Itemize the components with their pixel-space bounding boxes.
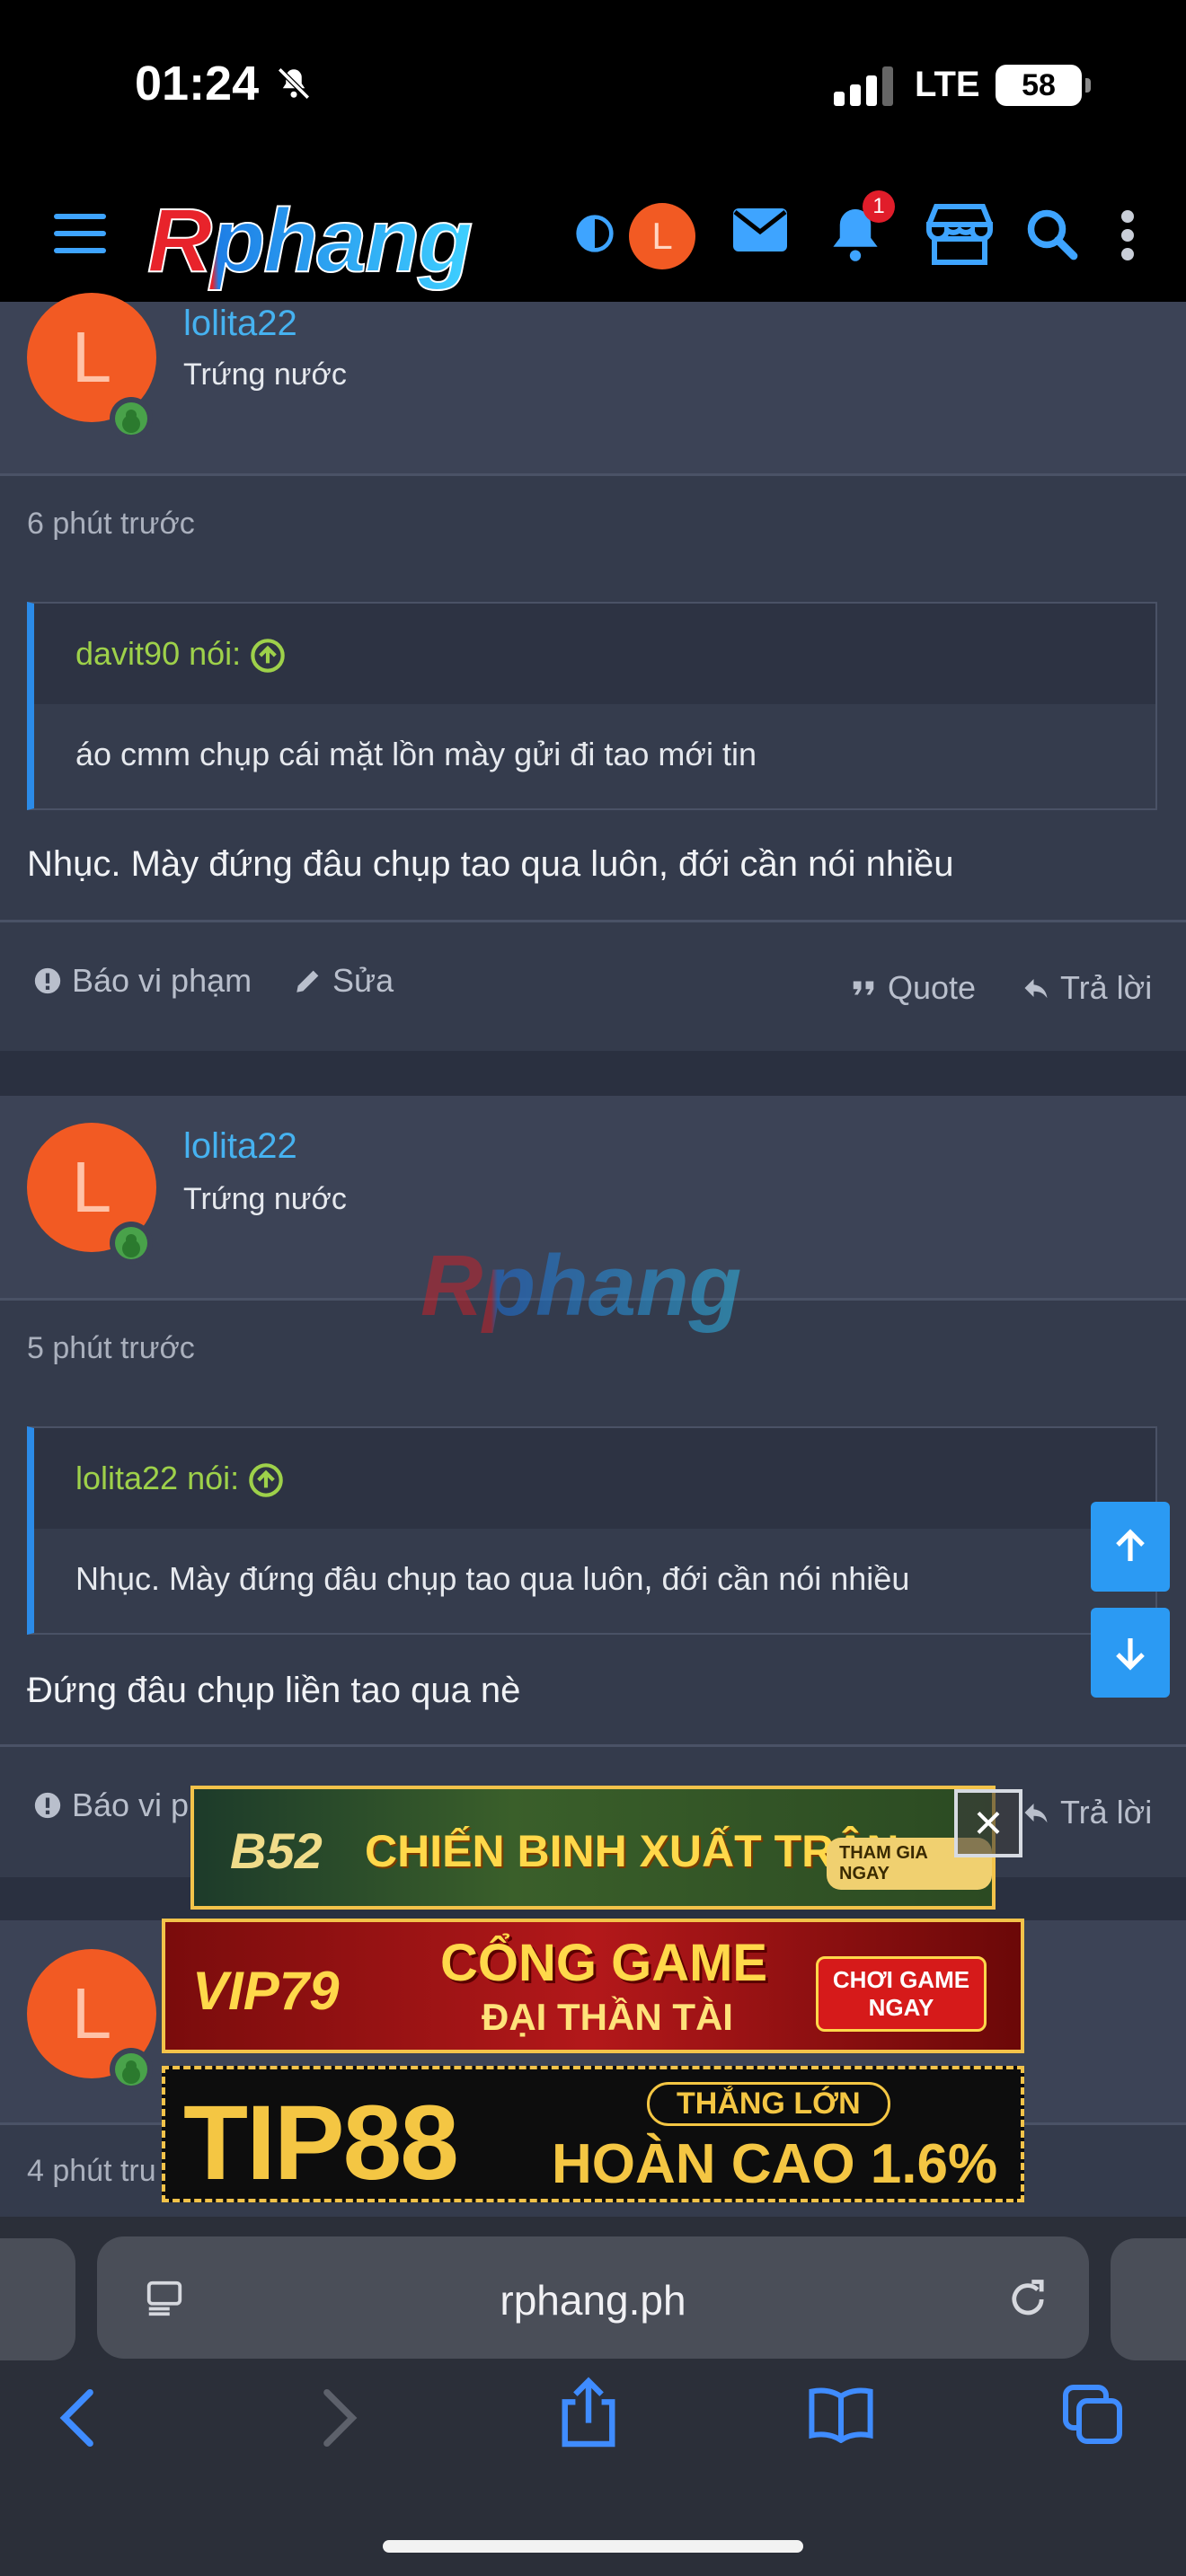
menu-icon[interactable] <box>54 214 106 257</box>
battery-indicator: 58 <box>996 65 1091 106</box>
browser-toolbar: rphang.ph <box>0 2217 1186 2576</box>
address-bar[interactable]: rphang.ph <box>97 2236 1089 2359</box>
close-ad-button[interactable]: × <box>954 1789 1022 1857</box>
post: L lolita22 Trứng nước 5 phút trước lolit… <box>0 1096 1186 1877</box>
online-status-icon <box>110 1222 153 1265</box>
online-status-icon <box>110 397 153 440</box>
quote-block: lolita22 nói: Nhục. Mày đứng đâu chụp ta… <box>27 1426 1157 1635</box>
arrow-up-icon <box>1116 1529 1145 1561</box>
reply-button[interactable]: Trả lời <box>1021 969 1152 1007</box>
url-text[interactable]: rphang.ph <box>97 2276 1089 2325</box>
ad-banner-tip88[interactable]: TIP88 THẮNG LỚN HOÀN CAO 1.6% <box>162 2066 1024 2202</box>
search-icon[interactable] <box>1024 207 1078 260</box>
ad-banner-vip79[interactable]: VIP79 CỔNG GAME ĐẠI THẦN TÀI CHƠI GAME N… <box>162 1919 1024 2053</box>
reply-icon <box>1024 1804 1048 1823</box>
ad-brand: TIP88 <box>183 2084 459 2202</box>
quote-button[interactable]: Quote <box>848 969 976 1007</box>
post-actions: Báo vi phạm Sửa Quote Trả lời <box>0 920 1186 1051</box>
ad-brand: VIP79 <box>192 1961 340 2021</box>
status-time: 01:24 <box>135 57 260 110</box>
pencil-icon <box>296 970 319 992</box>
quote-block: davit90 nói: áo cmm chụp cái mặt lồn mày… <box>27 602 1157 810</box>
quote-author[interactable]: lolita22 nói: <box>34 1428 1155 1529</box>
forward-icon[interactable] <box>318 2387 361 2448</box>
ad-brand: B52 <box>230 1822 323 1879</box>
post-message: Đứng đâu chụp liền tao qua nè <box>27 1671 521 1710</box>
logo-wordmark: Rphang <box>146 190 474 292</box>
report-label: Báo vi p <box>72 1786 190 1823</box>
arrow-down-icon <box>1116 1638 1145 1671</box>
report-label: Báo vi phạm <box>72 962 252 999</box>
theme-toggle-icon[interactable] <box>575 214 615 253</box>
more-options-icon[interactable] <box>1121 210 1134 260</box>
ad-cta: CHƠI GAME NGAY <box>816 1956 987 2032</box>
watermark-logo: Rphang <box>420 1238 741 1334</box>
online-status-icon <box>110 2048 153 2091</box>
report-button[interactable]: Báo vi phạm <box>32 962 252 1000</box>
post-time[interactable]: 5 phút trước <box>27 1331 195 1366</box>
ad-headline: THẮNG LỚN <box>647 2082 890 2126</box>
ad-headline: CỔNG GAME <box>440 1934 768 1992</box>
quote-text: áo cmm chụp cái mặt lồn mày gửi đi tao m… <box>34 704 1155 808</box>
arrow-up-circle-icon[interactable] <box>250 638 286 674</box>
post-time[interactable]: 6 phút trước <box>27 507 195 542</box>
quote-author-label: davit90 nói: <box>75 635 242 672</box>
author-title: Trứng nước <box>183 1182 347 1216</box>
ad-subline: HOÀN CAO 1.6% <box>552 2133 998 2195</box>
quote-label: Quote <box>888 969 977 1006</box>
quote-text: Nhục. Mày đứng đâu chụp tao qua luôn, đớ… <box>34 1529 1155 1633</box>
reload-icon[interactable] <box>1005 2276 1051 2323</box>
arrow-up-circle-icon[interactable] <box>248 1462 284 1498</box>
app-header: Rphang L 1 <box>0 180 1186 302</box>
edit-button[interactable]: Sửa <box>293 962 394 1000</box>
reply-label: Trả lời <box>1060 1794 1153 1831</box>
next-tab-preview[interactable] <box>1111 2238 1186 2360</box>
bell-mute-icon <box>278 67 310 100</box>
reply-icon <box>1024 979 1048 999</box>
post: L lolita22 Trứng nước 6 phút trước davit… <box>0 293 1186 1051</box>
store-icon[interactable] <box>924 203 996 266</box>
ad-subline: ĐẠI THẦN TÀI <box>482 1996 733 2038</box>
tabs-icon[interactable] <box>1060 2382 1125 2447</box>
post-time[interactable]: 4 phút tru <box>27 2154 156 2189</box>
site-watermark: Rphang <box>417 1238 776 1359</box>
ad-banner-b52[interactable]: B52 CHIẾN BINH XUẤT TRẬN THAM GIA NGAY <box>190 1786 996 1910</box>
alert-icon <box>34 967 61 994</box>
network-type: LTE <box>915 65 980 104</box>
scroll-top-button[interactable] <box>1091 1502 1170 1592</box>
svg-text:Rphang: Rphang <box>420 1238 741 1334</box>
user-avatar[interactable]: L <box>629 203 695 269</box>
ad-headline: CHIẾN BINH XUẤT TRẬN <box>365 1826 899 1876</box>
quote-author-label: lolita22 nói: <box>75 1460 240 1496</box>
author-username[interactable]: lolita22 <box>183 304 297 344</box>
mail-icon[interactable] <box>731 207 789 253</box>
scroll-bottom-button[interactable] <box>1091 1608 1170 1698</box>
signal-icon <box>834 66 893 106</box>
bookmarks-icon[interactable] <box>807 2384 875 2443</box>
post-message: Nhục. Mày đứng đâu chụp tao qua luôn, đớ… <box>27 844 954 884</box>
site-logo[interactable]: Rphang <box>144 190 539 313</box>
edit-label: Sửa <box>332 962 394 999</box>
back-icon[interactable] <box>56 2387 99 2448</box>
reply-label: Trả lời <box>1060 969 1153 1006</box>
author-title: Trứng nước <box>183 357 347 392</box>
home-indicator <box>383 2540 803 2553</box>
previous-tab-preview[interactable] <box>0 2238 75 2360</box>
author-username[interactable]: lolita22 <box>183 1126 297 1167</box>
status-bar: 01:24 LTE 58 <box>0 0 1186 180</box>
notification-badge: 1 <box>863 190 895 223</box>
svg-text:Rphang: Rphang <box>147 192 472 291</box>
share-icon[interactable] <box>557 2375 620 2450</box>
post-author-block: L lolita22 Trứng nước <box>0 293 1186 476</box>
quote-author[interactable]: davit90 nói: <box>34 604 1155 704</box>
reply-button[interactable]: Trả lời <box>1021 1794 1152 1831</box>
report-button[interactable]: Báo vi p <box>32 1786 189 1824</box>
quote-icon <box>853 981 874 995</box>
alert-icon <box>34 1792 61 1819</box>
